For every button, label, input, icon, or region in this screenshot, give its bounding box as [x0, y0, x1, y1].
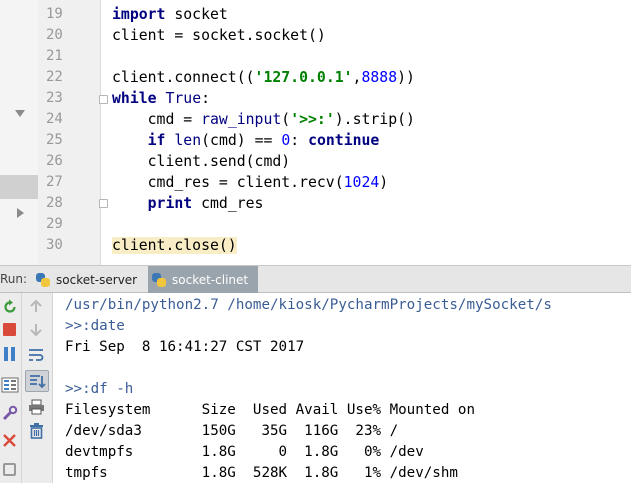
code-editor[interactable]: 19 20 21 22 23 24 25 26 27 28 29 30 impo…	[0, 0, 631, 265]
code-line[interactable]: client.connect(('127.0.0.1',8888))	[112, 67, 415, 88]
line-number-gutter: 19 20 21 22 23 24 25 26 27 28 29 30	[38, 0, 101, 265]
trash-icon[interactable]	[29, 423, 44, 439]
editor-left-strip	[0, 0, 38, 265]
run-tab-socket-server[interactable]: socket-server	[32, 266, 146, 293]
code-line[interactable]: cmd = raw_input('>>:').strip()	[112, 109, 415, 130]
rerun-icon[interactable]	[2, 299, 18, 315]
console-line: /usr/bin/python2.7 /home/kiosk/PycharmPr…	[65, 297, 552, 313]
settings-icon[interactable]	[2, 405, 18, 421]
code-line[interactable]: while True:	[112, 88, 210, 109]
code-line[interactable]: print cmd_res	[112, 193, 264, 214]
line-number: 20	[46, 27, 63, 43]
tree-expand-icon[interactable]	[17, 208, 24, 218]
line-number: 30	[46, 237, 63, 253]
line-number: 28	[46, 195, 63, 211]
code-line[interactable]: if len(cmd) == 0: continue	[112, 130, 380, 151]
run-tool-window-header: Run: socket-server socket-clinet	[0, 265, 631, 293]
console-line: Fri Sep 8 16:41:27 CST 2017	[65, 339, 305, 355]
caret-line-highlight: client.close()	[112, 237, 237, 254]
code-line[interactable]: cmd_res = client.recv(1024)	[112, 172, 389, 193]
scroll-to-end-toggle[interactable]	[25, 370, 49, 392]
code-line[interactable]: import socket	[112, 4, 228, 25]
line-number: 22	[46, 69, 63, 85]
run-toolbar-secondary	[22, 293, 53, 483]
line-number: 23	[46, 90, 63, 106]
code-line[interactable]: client = socket.socket()	[112, 25, 326, 46]
python-icon	[152, 272, 166, 287]
run-tab-label: socket-server	[56, 272, 138, 287]
help-icon[interactable]	[3, 463, 16, 476]
soft-wrap-icon[interactable]	[28, 347, 45, 363]
gutter-selection	[0, 175, 38, 199]
line-number: 26	[46, 153, 63, 169]
line-number: 29	[46, 216, 63, 232]
python-icon	[36, 272, 50, 287]
tree-collapse-icon[interactable]	[15, 110, 25, 117]
console-line: tmpfs 1.8G 528K 1.8G 1% /dev/shm	[65, 465, 458, 481]
line-number: 27	[46, 174, 63, 190]
stop-icon[interactable]	[3, 323, 16, 336]
scroll-to-end-icon	[30, 375, 46, 389]
print-icon[interactable]	[28, 399, 45, 415]
console-line: >>:df -h	[65, 381, 134, 397]
code-line[interactable]: client.close()	[112, 235, 237, 256]
line-number: 19	[46, 6, 63, 22]
console-line: >>:date	[65, 318, 125, 334]
line-number: 25	[46, 132, 63, 148]
console-line: /dev/sda3 150G 35G 116G 23% /	[65, 423, 399, 439]
run-console-output[interactable]: /usr/bin/python2.7 /home/kiosk/PycharmPr…	[53, 293, 631, 483]
console-line: devtmpfs 1.8G 0 1.8G 0% /dev	[65, 444, 424, 460]
up-arrow-icon[interactable]	[29, 299, 43, 313]
run-toolbar-primary	[0, 293, 22, 483]
run-tab-label: socket-clinet	[172, 272, 249, 287]
run-label: Run:	[0, 272, 28, 286]
line-number: 24	[46, 111, 63, 127]
down-arrow-icon[interactable]	[29, 323, 43, 337]
run-tab-socket-clinet[interactable]: socket-clinet	[148, 266, 258, 293]
console-line: Filesystem Size Used Avail Use% Mounted …	[65, 402, 475, 418]
line-number: 21	[46, 48, 63, 64]
close-icon[interactable]	[2, 433, 17, 448]
fold-marker-icon[interactable]	[99, 199, 108, 208]
code-line[interactable]: client.send(cmd)	[112, 151, 291, 172]
pause-icon[interactable]	[3, 347, 16, 361]
fold-marker-icon[interactable]	[99, 95, 108, 104]
layout-icon[interactable]	[1, 377, 19, 393]
